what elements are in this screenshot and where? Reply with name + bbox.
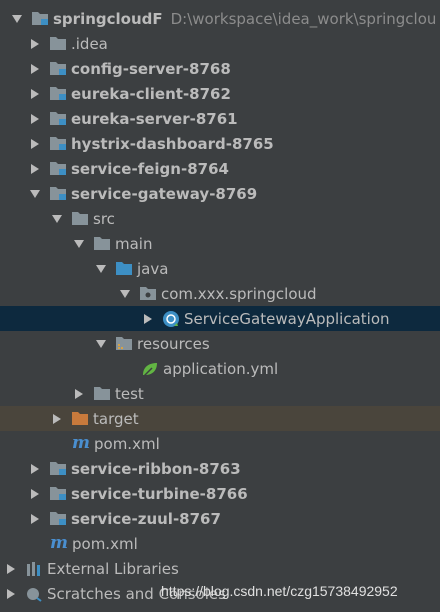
expand-arrow-icon[interactable] — [72, 387, 86, 401]
expand-arrow-icon[interactable] — [28, 37, 42, 51]
collapse-arrow-icon[interactable] — [28, 187, 42, 201]
expand-arrow-icon[interactable] — [28, 162, 42, 176]
library-icon — [24, 560, 44, 578]
tree-row-gateway-pom[interactable]: m pom.xml — [0, 431, 440, 456]
module-name: eureka-client-8762 — [71, 84, 231, 103]
module-folder-icon — [48, 460, 68, 478]
folder-icon — [92, 385, 112, 403]
file-name: pom.xml — [94, 434, 160, 453]
folder-name: target — [93, 409, 139, 428]
module-name: service-gateway-8769 — [71, 184, 258, 203]
module-path: D:\workspace\idea_work\springclou — [170, 9, 437, 28]
expand-arrow-icon[interactable] — [28, 87, 42, 101]
tree-row-src[interactable]: src — [0, 206, 440, 231]
expand-arrow-icon[interactable] — [28, 462, 42, 476]
module-name: service-feign-8764 — [71, 159, 229, 178]
package-icon — [138, 285, 158, 303]
file-name: pom.xml — [72, 534, 138, 553]
module-folder-icon — [48, 60, 68, 78]
resources-folder-icon — [114, 335, 134, 353]
module-name: springcloudF — [53, 9, 163, 28]
tree-row-idea[interactable]: .idea — [0, 31, 440, 56]
tree-row-service-turbine[interactable]: service-turbine-8766 — [0, 481, 440, 506]
tree-row-config-server[interactable]: config-server-8768 — [0, 56, 440, 81]
module-folder-icon — [48, 160, 68, 178]
tree-row-service-gateway[interactable]: service-gateway-8769 — [0, 181, 440, 206]
tree-row-application-yml[interactable]: application.yml — [0, 356, 440, 381]
tree-row-service-feign[interactable]: service-feign-8764 — [0, 156, 440, 181]
maven-icon: m — [50, 533, 68, 553]
module-folder-icon — [48, 185, 68, 203]
module-name: service-turbine-8766 — [71, 484, 248, 503]
class-name: ServiceGatewayApplication — [184, 309, 390, 328]
folder-name: test — [115, 384, 144, 403]
package-name: com.xxx.springcloud — [161, 284, 317, 303]
module-name: hystrix-dashboard-8765 — [71, 134, 274, 153]
collapse-arrow-icon[interactable] — [118, 287, 132, 301]
tree-row-service-zuul[interactable]: service-zuul-8767 — [0, 506, 440, 531]
module-name: eureka-server-8761 — [71, 109, 238, 128]
spring-boot-class-icon — [161, 310, 181, 328]
expand-arrow-icon[interactable] — [28, 112, 42, 126]
tree-row-external-libraries[interactable]: External Libraries — [0, 556, 440, 581]
project-tree: springcloudF D:\workspace\idea_work\spri… — [0, 0, 440, 612]
expand-arrow-icon[interactable] — [28, 512, 42, 526]
expand-arrow-icon[interactable] — [4, 562, 18, 576]
tree-row-java[interactable]: java — [0, 256, 440, 281]
module-name: service-zuul-8767 — [71, 509, 221, 528]
collapse-arrow-icon[interactable] — [94, 337, 108, 351]
folder-name: src — [93, 209, 115, 228]
collapse-arrow-icon[interactable] — [72, 237, 86, 251]
module-folder-icon — [48, 485, 68, 503]
tree-row-hystrix-dashboard[interactable]: hystrix-dashboard-8765 — [0, 131, 440, 156]
collapse-arrow-icon[interactable] — [10, 12, 24, 26]
maven-icon: m — [72, 433, 90, 453]
scratches-icon — [24, 585, 44, 603]
folder-icon — [92, 235, 112, 253]
tree-row-springcloudF[interactable]: springcloudF D:\workspace\idea_work\spri… — [0, 6, 440, 31]
tree-row-resources[interactable]: resources — [0, 331, 440, 356]
expand-arrow-icon[interactable] — [141, 312, 155, 326]
module-folder-icon — [48, 510, 68, 528]
collapse-arrow-icon[interactable] — [50, 212, 64, 226]
module-folder-icon — [48, 135, 68, 153]
tree-row-root-pom[interactable]: m pom.xml — [0, 531, 440, 556]
tree-row-target[interactable]: target — [0, 406, 440, 431]
tree-row-service-gateway-application[interactable]: ServiceGatewayApplication — [0, 306, 440, 331]
tree-row-package[interactable]: com.xxx.springcloud — [0, 281, 440, 306]
tree-row-eureka-client[interactable]: eureka-client-8762 — [0, 81, 440, 106]
expand-arrow-icon[interactable] — [28, 62, 42, 76]
tree-row-service-ribbon[interactable]: service-ribbon-8763 — [0, 456, 440, 481]
watermark: https://blog.csdn.net/czg15738492952 — [161, 583, 398, 599]
folder-name: java — [137, 259, 169, 278]
node-name: External Libraries — [47, 559, 179, 578]
expand-arrow-icon[interactable] — [4, 587, 18, 601]
tree-row-test[interactable]: test — [0, 381, 440, 406]
file-name: application.yml — [163, 359, 279, 378]
module-name: service-ribbon-8763 — [71, 459, 241, 478]
module-folder-icon — [30, 10, 50, 28]
folder-icon — [48, 35, 68, 53]
folder-name: resources — [137, 334, 210, 353]
folder-name: .idea — [71, 34, 108, 53]
expand-arrow-icon[interactable] — [50, 412, 64, 426]
tree-row-eureka-server[interactable]: eureka-server-8761 — [0, 106, 440, 131]
module-name: config-server-8768 — [71, 59, 231, 78]
expand-arrow-icon[interactable] — [28, 137, 42, 151]
spring-config-file-icon — [140, 360, 160, 378]
folder-icon — [70, 210, 90, 228]
excluded-folder-icon — [70, 410, 90, 428]
source-folder-icon — [114, 260, 134, 278]
tree-row-main[interactable]: main — [0, 231, 440, 256]
module-folder-icon — [48, 110, 68, 128]
expand-arrow-icon[interactable] — [28, 487, 42, 501]
folder-name: main — [115, 234, 153, 253]
module-folder-icon — [48, 85, 68, 103]
collapse-arrow-icon[interactable] — [94, 262, 108, 276]
